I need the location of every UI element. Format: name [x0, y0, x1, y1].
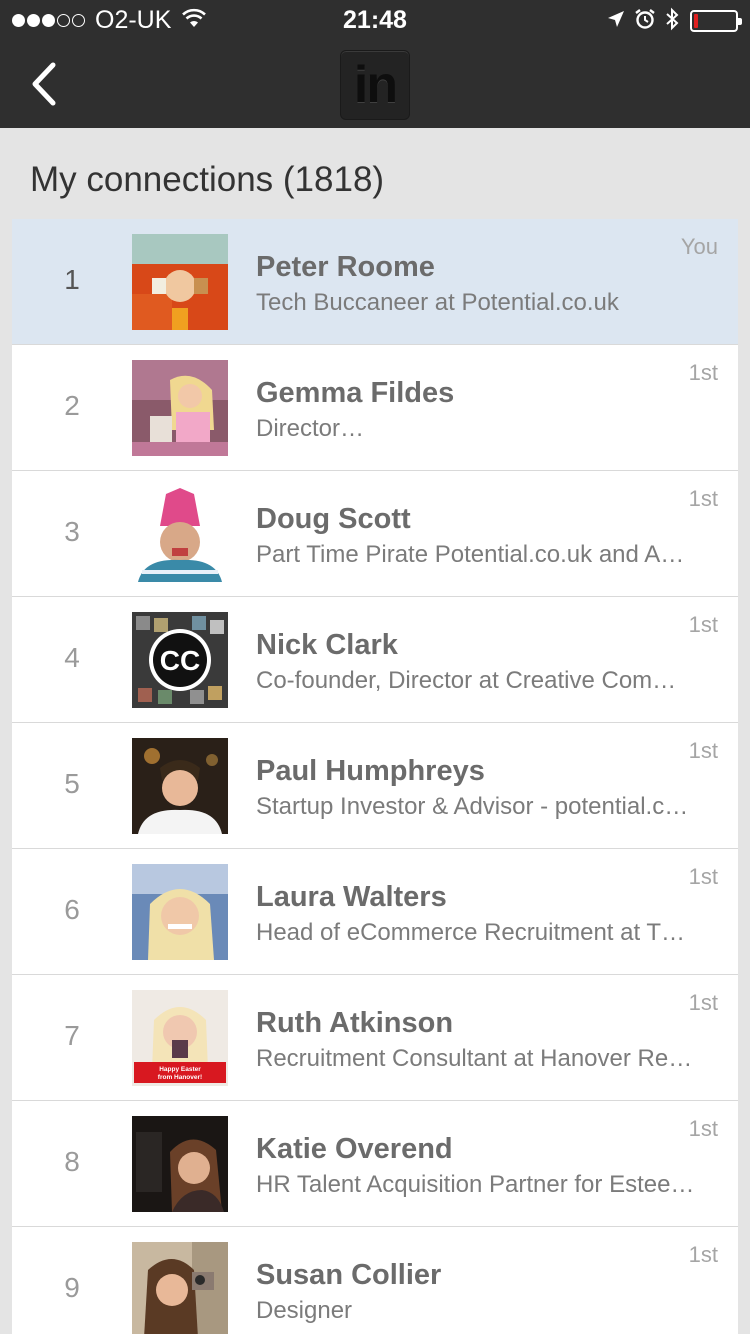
row-number: 4 — [64, 642, 80, 673]
list-item[interactable]: 3 Doug Scott Part Time Pirate Potential.… — [12, 471, 738, 597]
status-bar: O2-UK 21:48 — [0, 0, 750, 40]
creative-commons-logo-text: CC — [160, 645, 200, 676]
page-title: My connections (1818) — [30, 160, 385, 199]
connection-headline: Tech Buccaneer at Potential.co.uk — [256, 289, 619, 316]
connection-headline: Director… — [256, 415, 365, 442]
connection-degree: 1st — [688, 486, 718, 511]
battery-level — [694, 14, 698, 28]
avatar-caption: from Hanover! — [158, 1074, 202, 1081]
avatar[interactable] — [132, 1242, 228, 1334]
nav-bar: in — [0, 40, 750, 128]
connection-headline: Designer — [256, 1297, 353, 1324]
battery-icon — [690, 10, 742, 32]
connection-name: Katie Overend — [256, 1133, 453, 1165]
chevron-left-icon — [32, 62, 56, 106]
avatar[interactable] — [132, 486, 228, 582]
list-item[interactable]: 5 Paul Humphreys Startup Investor & Advi… — [12, 723, 738, 849]
connection-degree: 1st — [688, 612, 718, 637]
list-item[interactable]: 2 Gemma Fildes Director… 1st — [12, 345, 738, 471]
list-item[interactable]: 7 Happy Easter from Hanover! Ruth Atkins… — [12, 975, 738, 1101]
avatar[interactable]: Happy Easter from Hanover! — [132, 990, 228, 1086]
row-number: 3 — [64, 516, 80, 547]
list-item[interactable]: 4 CC Nick Clark Co-founder, Director at … — [12, 597, 738, 723]
back-button[interactable] — [18, 56, 68, 112]
avatar-caption: Happy Easter — [159, 1066, 201, 1073]
row-number: 5 — [64, 768, 80, 799]
connection-degree: 1st — [688, 1242, 718, 1267]
connection-name: Doug Scott — [256, 503, 411, 535]
row-number: 6 — [64, 894, 80, 925]
connection-headline: Part Time Pirate Potential.co.uk and A… — [256, 541, 685, 568]
row-number: 9 — [64, 1272, 80, 1303]
location-arrow-icon — [598, 9, 626, 34]
connections-list: 1 Peter Roome Tech Buccaneer at Potentia… — [12, 219, 738, 1334]
list-item[interactable]: 9 Susan Collier Designer 1st — [12, 1227, 738, 1334]
alarm-clock-icon — [626, 8, 656, 35]
connection-degree: 1st — [688, 738, 718, 763]
row-number: 2 — [64, 390, 80, 421]
list-item[interactable]: 8 Katie Overend HR Talent Acquisition Pa… — [12, 1101, 738, 1227]
connection-degree: 1st — [688, 1116, 718, 1141]
connection-degree: 1st — [688, 864, 718, 889]
connection-name: Peter Roome — [256, 251, 435, 283]
linkedin-logo-text: in — [353, 56, 398, 114]
status-right — [598, 7, 742, 36]
connection-degree: 1st — [688, 990, 718, 1015]
row-number: 1 — [64, 264, 80, 295]
connection-name: Laura Walters — [256, 881, 447, 913]
connection-headline: HR Talent Acquisition Partner for Estee… — [256, 1171, 695, 1198]
connection-name: Nick Clark — [256, 629, 398, 661]
connection-degree: You — [680, 234, 718, 259]
connection-name: Gemma Fildes — [256, 377, 455, 409]
avatar[interactable] — [132, 738, 228, 834]
row-number: 7 — [64, 1020, 80, 1051]
avatar[interactable] — [132, 864, 228, 960]
avatar[interactable] — [132, 1116, 228, 1212]
bluetooth-icon — [656, 7, 680, 36]
connection-headline: Startup Investor & Advisor - potential.c… — [256, 793, 689, 820]
connection-name: Paul Humphreys — [256, 755, 485, 787]
list-item[interactable]: 1 Peter Roome Tech Buccaneer at Potentia… — [12, 219, 738, 345]
linkedin-logo[interactable]: in — [340, 50, 410, 120]
connection-headline: Head of eCommerce Recruitment at T… — [256, 919, 686, 946]
row-number: 8 — [64, 1146, 80, 1177]
avatar[interactable]: CC — [132, 612, 228, 708]
avatar[interactable] — [132, 360, 228, 456]
connection-name: Susan Collier — [256, 1259, 442, 1291]
connection-headline: Co-founder, Director at Creative Com… — [256, 667, 677, 694]
avatar[interactable] — [132, 234, 228, 330]
connection-name: Ruth Atkinson — [256, 1007, 454, 1039]
list-item[interactable]: 6 Laura Walters Head of eCommerce Recrui… — [12, 849, 738, 975]
connection-headline: Recruitment Consultant at Hanover Re… — [256, 1045, 693, 1072]
connection-degree: 1st — [688, 360, 718, 385]
